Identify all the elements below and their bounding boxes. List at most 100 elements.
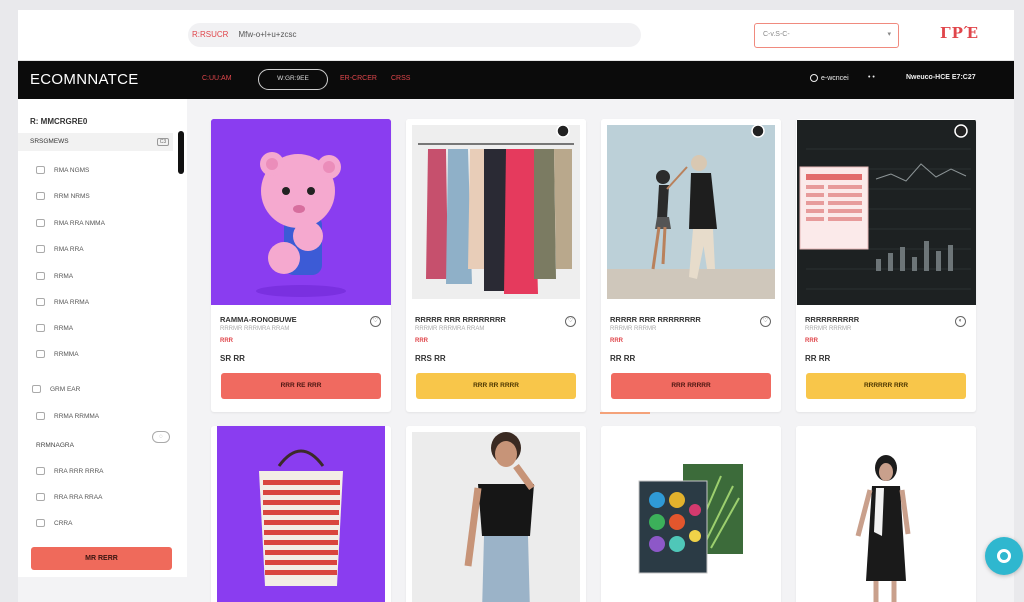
top-bar: R:RSUCR Mfw-o+l+u+zcsc C-v.S-C- ▾ ΓΡΈ <box>18 10 1014 61</box>
layers-icon <box>32 385 41 394</box>
chat-widget-button[interactable] <box>985 537 1023 575</box>
sidebar-item[interactable]: RRMA RRMMA <box>36 411 99 423</box>
sidebar-item-label: RRA RRA RRAA <box>54 494 103 501</box>
sidebar-item[interactable]: RRMA <box>36 271 73 283</box>
wishlist-icon[interactable]: ♡ <box>370 316 381 327</box>
wishlist-icon[interactable]: ♡ <box>565 316 576 327</box>
gift-icon <box>36 298 45 307</box>
camera-icon <box>36 219 45 228</box>
sidebar-cta-button[interactable]: MR RERR <box>31 547 172 570</box>
sidebar-scrollbar[interactable] <box>178 131 184 174</box>
product-badge: RRR <box>415 338 428 344</box>
nav-link-2[interactable]: ER-CRCER <box>340 75 377 82</box>
cart-icon <box>36 519 45 528</box>
nav-pill-button[interactable]: W:GR:9EE <box>258 69 328 90</box>
product-image-dresses-rack[interactable] <box>406 119 586 305</box>
sidebar-section-b-title: RRMNAGRA <box>36 442 74 449</box>
product-card[interactable] <box>601 426 781 602</box>
product-card[interactable] <box>406 426 586 602</box>
product-name[interactable]: RRRRR RRR RRRRRRRR <box>610 315 701 324</box>
sidebar-item-label: RRA RRR RRRA <box>54 468 104 475</box>
add-to-cart-button[interactable]: RRR RR RRRR <box>416 373 576 399</box>
product-image-woman-black-dress[interactable] <box>796 426 976 602</box>
product-image-teddy-bear[interactable] <box>211 119 391 305</box>
main-nav: ECOMNNATCE C:UU:AM W:GR:9EE ER-CRCER CRS… <box>18 61 1014 99</box>
product-card[interactable] <box>796 426 976 602</box>
add-to-cart-button[interactable]: RRRRRR RRR <box>806 373 966 399</box>
sidebar-item[interactable]: RMA RRMA <box>36 297 89 309</box>
product-subtitle: RRRMR RRRMR <box>610 326 657 332</box>
nav-dots[interactable]: • • <box>868 74 875 81</box>
product-subtitle: RRRMR RRRMR <box>805 326 852 332</box>
currency-select[interactable]: C-v.S-C- ▾ <box>754 23 899 48</box>
sidebar-title: R: MMCRGRE0 <box>30 117 88 126</box>
wishlist-icon[interactable]: ◐ <box>955 316 966 327</box>
product-card[interactable]: RRRRR RRR RRRRRRRR RRRMR RRRMR RRR RR RR… <box>601 119 781 412</box>
add-to-cart-button[interactable]: RRR RRRRR <box>611 373 771 399</box>
product-image-dancing-couple[interactable] <box>601 119 781 305</box>
sidebar-item[interactable]: RMA NGMS <box>36 165 89 177</box>
brand-logo-mark: ΓΡΈ <box>940 24 980 42</box>
product-image-woman-black-top[interactable] <box>406 426 586 602</box>
gear-icon <box>36 350 45 359</box>
sidebar-item[interactable]: RRMA <box>36 323 73 335</box>
sidebar-item-label: RMA RRA NMMA <box>54 220 105 227</box>
product-badge: RRR <box>805 338 818 344</box>
sidebar-item[interactable]: RRA RRR RRRA <box>36 466 103 478</box>
account-link[interactable]: e-wcncei <box>810 74 849 82</box>
book-icon <box>36 245 45 254</box>
sidebar-item-label: RRMA <box>54 325 74 332</box>
product-image-pattern-book[interactable] <box>601 426 781 602</box>
sidebar-item-label: RRMA <box>54 273 74 280</box>
product-card[interactable]: RRRRR RRR RRRRRRRR RRRMR RRRMRA RRAM RRR… <box>406 119 586 412</box>
sidebar-item-label: CRRA <box>54 520 73 527</box>
sidebar-item-label: RMA NGMS <box>54 167 90 174</box>
sidebar-item[interactable]: RRM NRMS <box>36 191 90 203</box>
address-text: Mfw-o+l+u+zcsc <box>238 30 297 39</box>
product-subtitle: RRRMR RRRMRA RRAM <box>220 326 290 332</box>
address-bar[interactable]: R:RSUCR Mfw-o+l+u+zcsc <box>188 23 641 47</box>
sidebar: R: MMCRGRE0 SRSGMEWS C3 RMA NGMS RRM NRM… <box>18 99 187 577</box>
wishlist-icon[interactable]: ♡ <box>760 316 771 327</box>
sidebar-section-a[interactable]: GRM EAR <box>32 384 80 396</box>
product-card[interactable]: RAMMA-RONOBUWE RRRMR RRRMRA RRAM RRR SR … <box>211 119 391 412</box>
sidebar-item-label: RRMA RRMMA <box>54 413 100 420</box>
product-price: SR RR <box>220 354 245 363</box>
toy-icon <box>36 324 45 333</box>
sidebar-item-label: RMA RRA <box>54 246 84 253</box>
product-name[interactable]: RAMMA-RONOBUWE <box>220 315 297 324</box>
product-card[interactable]: RRRRRRRRRR RRRMR RRRMR RRR RR RR ◐ RRRRR… <box>796 119 976 412</box>
product-image-tote-bag[interactable] <box>211 426 391 602</box>
product-subtitle: RRRMR RRRMRA RRAM <box>415 326 485 332</box>
chevron-down-icon: ▾ <box>887 31 891 38</box>
app-window: R:RSUCR Mfw-o+l+u+zcsc C-v.S-C- ▾ ΓΡΈ ECO… <box>18 10 1014 602</box>
heart-icon <box>36 493 45 502</box>
product-price: RRS RR <box>415 354 446 363</box>
product-price: RR RR <box>805 354 831 363</box>
sidebar-item[interactable]: RMA RRA <box>36 244 84 256</box>
sidebar-section-label: GRM EAR <box>50 386 81 393</box>
site-logo[interactable]: ECOMNNATCE <box>30 71 139 88</box>
sidebar-item-active[interactable]: SRSGMEWS C3 <box>18 133 173 151</box>
add-to-cart-button[interactable]: RRR RE RRR <box>221 373 381 399</box>
star-icon <box>36 467 45 476</box>
product-name[interactable]: RRRRR RRR RRRRRRRR <box>415 315 506 324</box>
shirt-icon <box>36 192 45 201</box>
chat-bubble-icon[interactable]: ◌ <box>152 431 170 443</box>
product-card[interactable] <box>211 426 391 602</box>
tag-icon <box>36 166 45 175</box>
sidebar-item[interactable]: RRMMA <box>36 349 79 361</box>
product-name[interactable]: RRRRRRRRRR <box>805 315 859 324</box>
user-menu[interactable]: Nweuco-HCE E7:C27 <box>906 74 976 81</box>
product-price: RR RR <box>610 354 636 363</box>
sidebar-item[interactable]: CRRA <box>36 518 72 530</box>
nav-link-1[interactable]: C:UU:AM <box>202 75 232 82</box>
address-protocol: R:RSUCR <box>192 30 229 39</box>
sidebar-item[interactable]: RMA RRA NMMA <box>36 218 105 230</box>
product-image-dashboard[interactable] <box>796 119 976 305</box>
sidebar-item-label: RRM NRMS <box>54 193 90 200</box>
user-icon <box>810 74 818 82</box>
nav-link-3[interactable]: CRSS <box>391 75 410 82</box>
sidebar-item[interactable]: RRA RRA RRAA <box>36 492 102 504</box>
sidebar-item-label: RRMMA <box>54 351 79 358</box>
